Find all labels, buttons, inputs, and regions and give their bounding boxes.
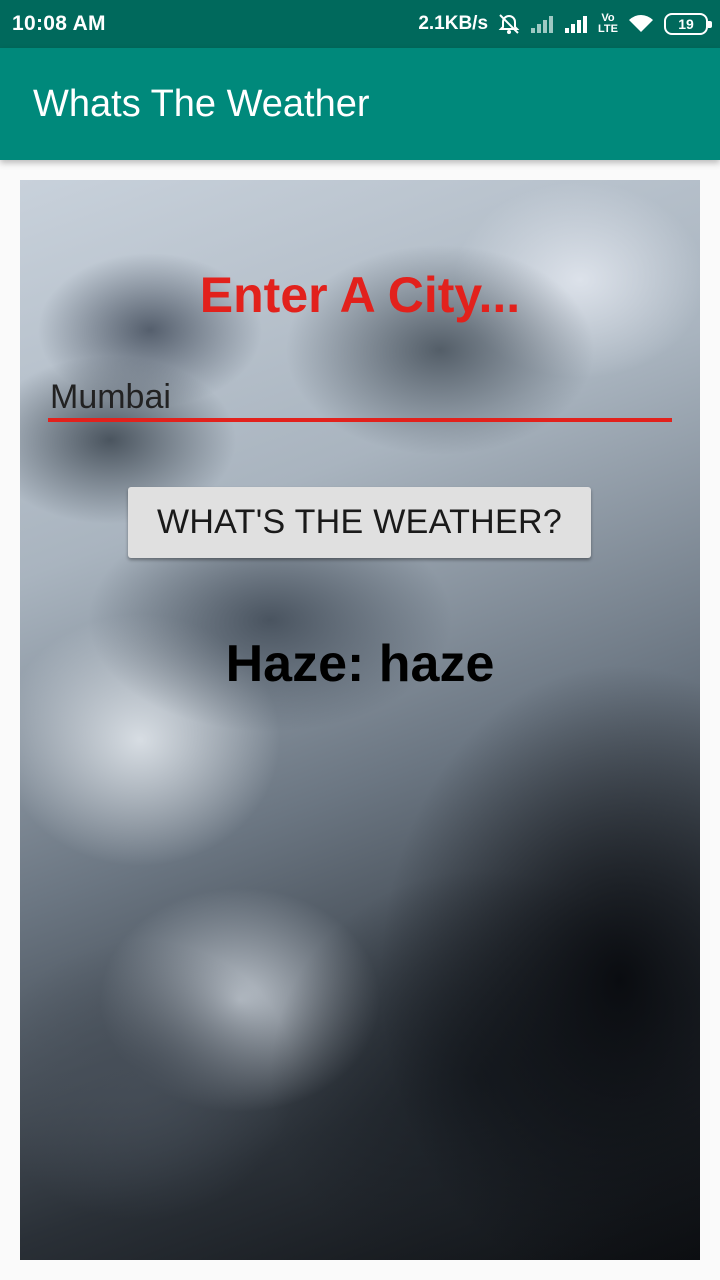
signal-strong-icon	[564, 14, 588, 34]
volte-icon: Vo LTE	[598, 13, 618, 35]
status-time: 10:08 AM	[12, 12, 106, 35]
volte-label-bottom: LTE	[598, 23, 618, 35]
city-input[interactable]	[48, 376, 672, 422]
app-title: Whats The Weather	[33, 82, 370, 125]
whats-the-weather-button[interactable]: WHAT'S THE WEATHER?	[128, 487, 591, 558]
wifi-icon	[628, 14, 654, 34]
network-speed: 2.1KB/s	[418, 13, 489, 34]
app-bar: Whats The Weather	[0, 48, 720, 160]
status-bar: 10:08 AM 2.1KB/s Vo LTE 19	[0, 0, 720, 48]
enter-city-heading: Enter A City...	[199, 267, 521, 323]
alarm-off-icon	[498, 13, 520, 35]
battery-icon: 19	[664, 13, 712, 35]
weather-background: Enter A City... WHAT'S THE WEATHER? Haze…	[20, 180, 700, 1260]
status-icons: 2.1KB/s Vo LTE 19	[418, 13, 712, 35]
signal-weak-icon	[530, 14, 554, 34]
weather-result: Haze: haze	[225, 635, 495, 693]
battery-level: 19	[678, 16, 694, 32]
